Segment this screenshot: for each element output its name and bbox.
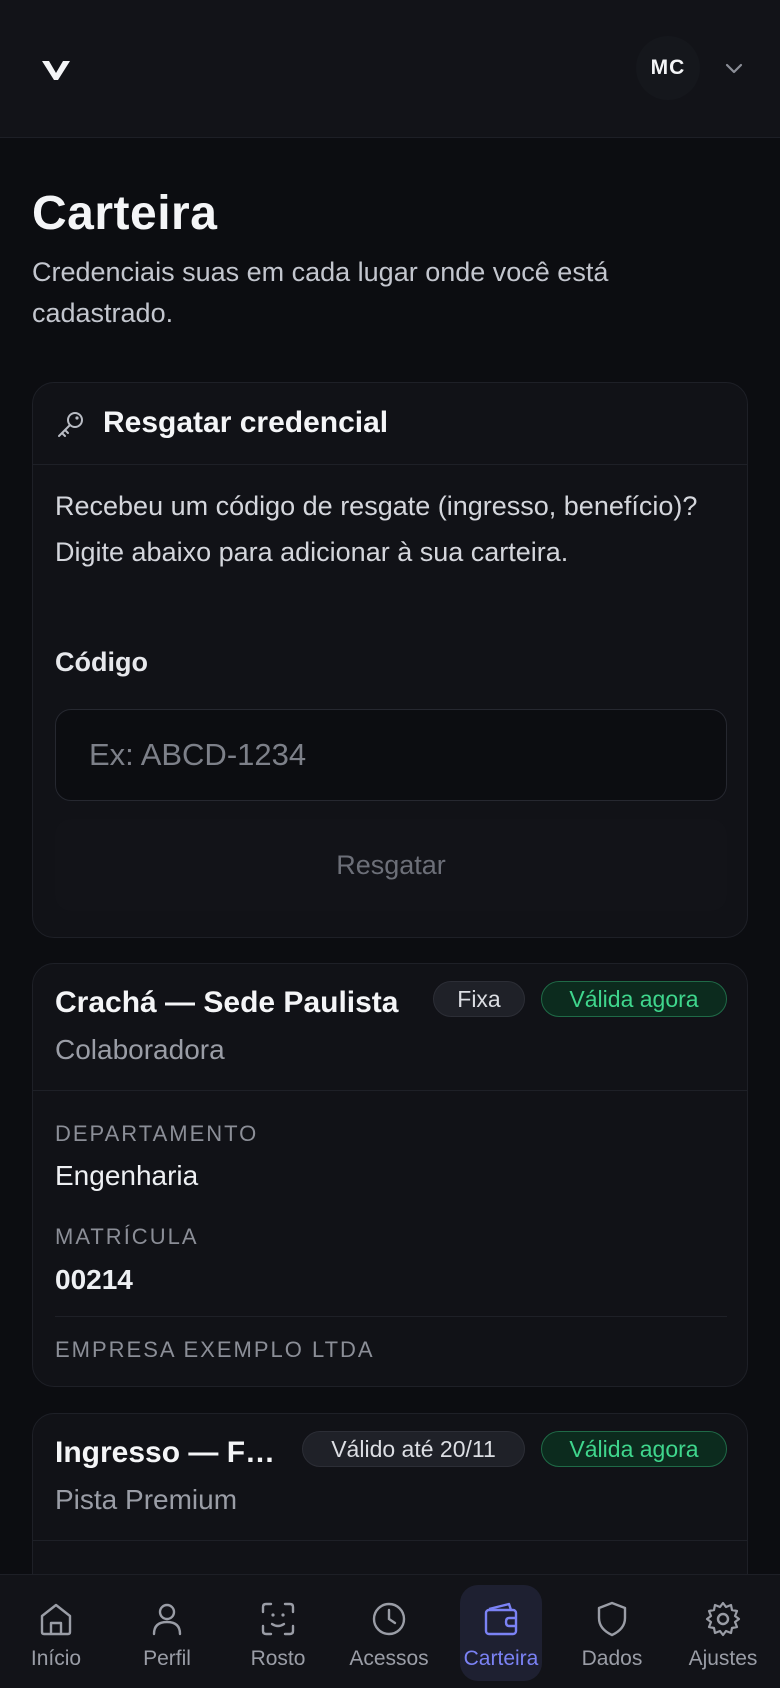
home-icon [40,1603,72,1636]
nav-label: Ajustes [688,1647,758,1670]
field-label: MATRÍCULA [55,1224,199,1249]
wallet-icon [484,1602,518,1636]
nav-label: Rosto [250,1647,306,1670]
nav-label: Dados [581,1647,643,1670]
redeem-card: Resgatar credencial Recebeu um código de… [32,382,748,938]
nav-label: Início [30,1647,82,1670]
clock-icon [372,1602,406,1636]
issuer-name: EMPRESA EXEMPLO LTDA [55,1337,375,1362]
chevron-down-icon[interactable] [722,58,746,78]
credential-title: Crachá — Sede Paulista [55,986,399,1019]
credential-subtitle: Pista Premium [55,1484,238,1515]
type-badge: Válido até 20/11 [302,1431,525,1467]
top-bar: MC [0,0,780,138]
status-badge: Válida agora [541,981,727,1017]
field-label: DEPARTAMENTO [55,1121,259,1146]
nav-item-perfil[interactable]: Perfil [126,1585,208,1681]
nav-item-dados[interactable]: Dados [571,1585,653,1681]
nav-item-rosto[interactable]: Rosto [237,1585,319,1681]
user-icon [152,1603,182,1636]
redeem-description: Recebeu um código de resgate (ingresso, … [55,491,698,567]
type-badge: Fixa [433,981,525,1017]
credential-subtitle: Colaboradora [55,1034,225,1065]
gear-icon [705,1601,741,1637]
v-logo-icon[interactable] [40,56,72,82]
credential-card[interactable]: Crachá — Sede Paulista Fixa Válida agora… [32,963,748,1387]
redeem-button[interactable]: Resgatar [55,819,727,911]
code-input[interactable] [55,709,727,801]
field-value: Engenharia [55,1160,199,1191]
divider [33,1090,747,1091]
nav-label: Acessos [349,1647,429,1670]
shield-icon [597,1601,627,1637]
nav-label: Carteira [463,1647,539,1670]
nav-item-carteira[interactable]: Carteira [460,1585,542,1681]
nav-item-acessos[interactable]: Acessos [348,1585,430,1681]
redeem-card-header: Resgatar credencial [33,383,747,465]
avatar[interactable]: MC [636,36,700,100]
field-value: 00214 [55,1264,133,1295]
redeem-title: Resgatar credencial [103,406,389,439]
nav-label: Perfil [143,1647,191,1670]
status-badge: Válida agora [541,1431,727,1467]
nav-item-inicio[interactable]: Início [15,1585,97,1681]
credential-title: Ingresso — F… [55,1436,276,1469]
nav-item-ajustes[interactable]: Ajustes [682,1585,764,1681]
bottom-nav: Início Perfil Rosto Acessos Carteira Dad… [0,1574,780,1688]
key-icon [58,412,83,437]
page-subtitle: Credenciais suas em cada lugar onde você… [32,257,609,328]
face-scan-icon [261,1602,295,1636]
divider [33,1540,747,1541]
page-title: Carteira [32,187,218,240]
divider [55,1316,727,1317]
code-label: Código [55,647,148,677]
